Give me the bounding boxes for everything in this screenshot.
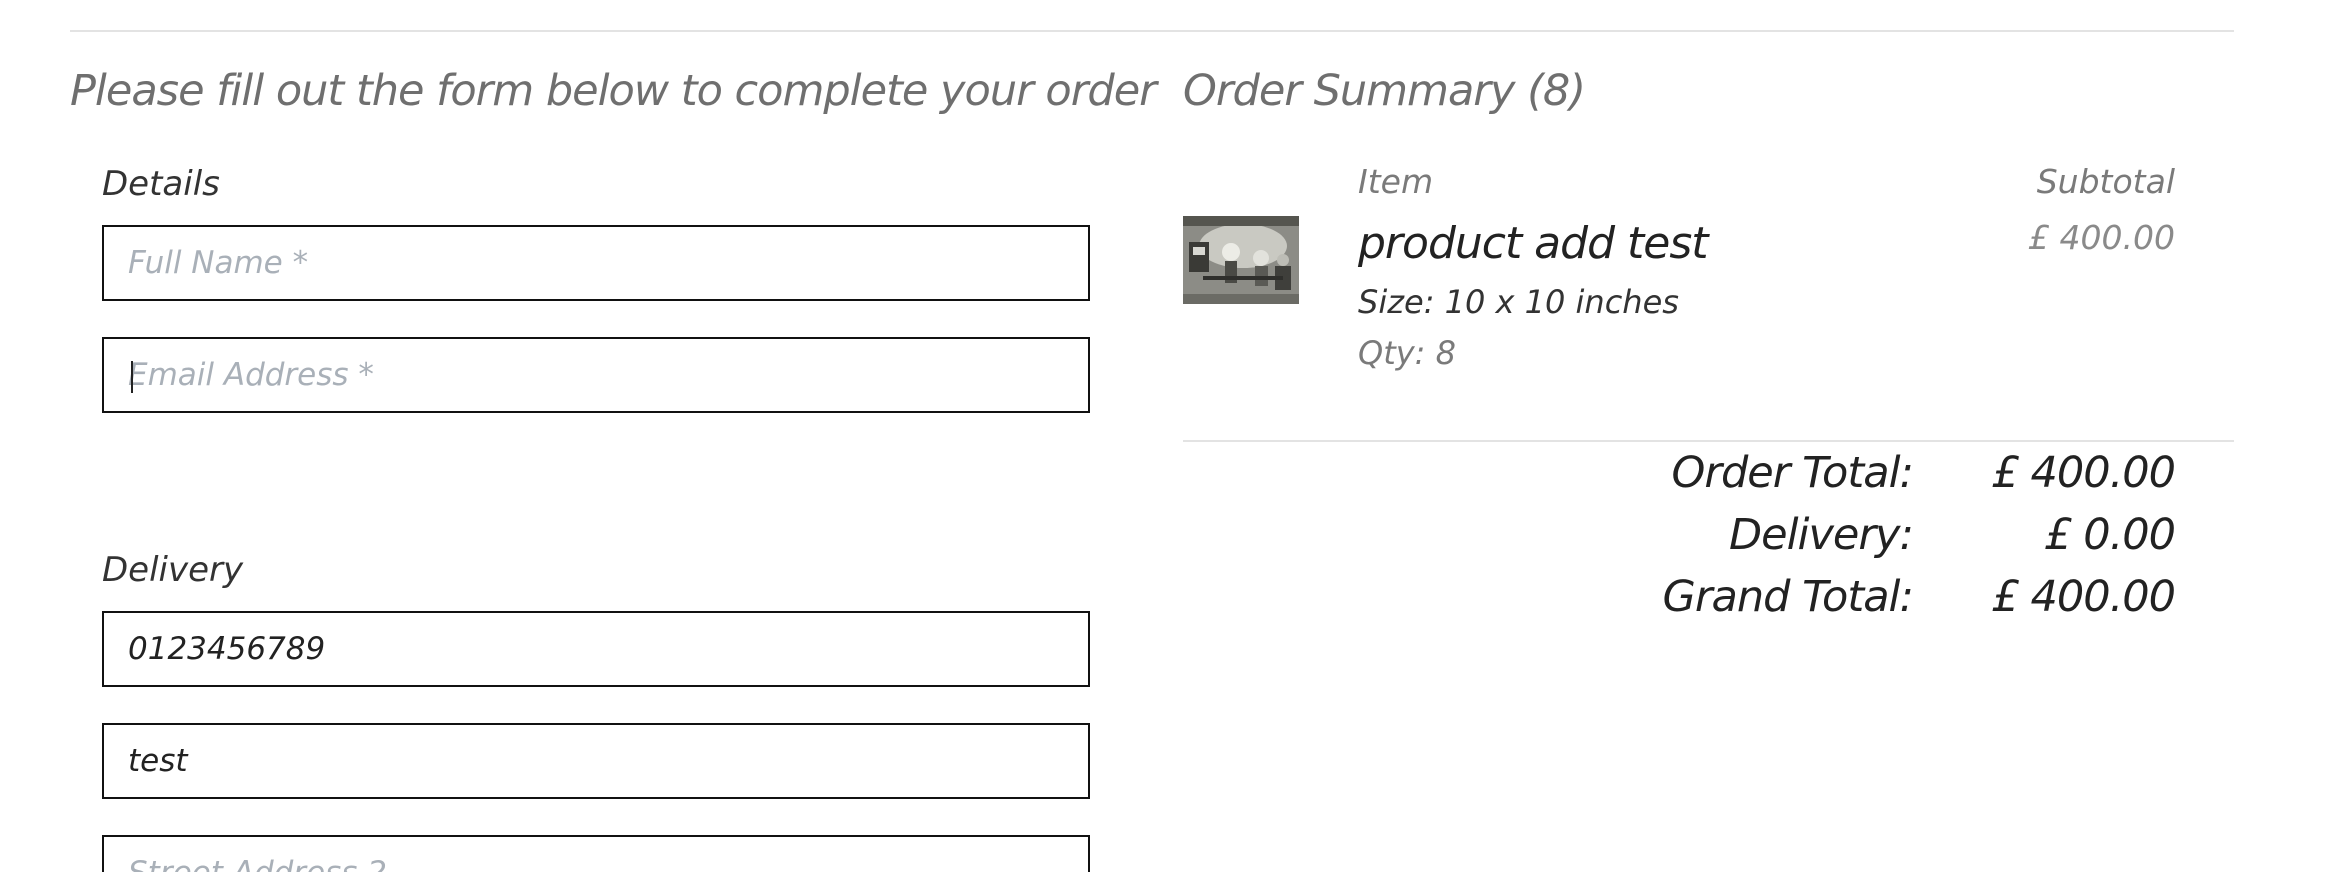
product-size: Size: 10 x 10 inches xyxy=(1358,283,1679,321)
delivery-cost-label: Delivery: xyxy=(1729,510,1914,560)
grand-total-value: £ 400.00 xyxy=(1991,572,2176,622)
item-column-header: Item xyxy=(1358,162,1434,201)
text-cursor xyxy=(131,361,133,393)
street-address-1-field[interactable] xyxy=(102,723,1090,799)
subtotal-column-header: Subtotal xyxy=(2036,162,2175,201)
email-field[interactable] xyxy=(102,337,1090,413)
full-name-field[interactable] xyxy=(102,225,1090,301)
details-label: Details xyxy=(102,164,220,204)
order-total-label: Order Total: xyxy=(1671,448,1914,498)
phone-number-input[interactable] xyxy=(104,613,1088,685)
top-divider xyxy=(70,30,2234,32)
product-name: product add test xyxy=(1358,218,1708,269)
street-address-2-input[interactable] xyxy=(104,837,1088,872)
order-total-value: £ 400.00 xyxy=(1991,448,2176,498)
phone-number-field[interactable] xyxy=(102,611,1090,687)
form-heading: Please fill out the form below to comple… xyxy=(70,66,1157,116)
delivery-label: Delivery xyxy=(102,550,244,590)
street-address-1-input[interactable] xyxy=(104,725,1088,797)
product-thumbnail xyxy=(1183,216,1299,304)
order-summary-heading: Order Summary (8) xyxy=(1183,66,1586,116)
product-quantity: Qty: 8 xyxy=(1358,334,1456,372)
product-drawing-icon xyxy=(1183,216,1299,304)
email-input[interactable] xyxy=(104,339,1088,411)
checkout-page: Please fill out the form below to comple… xyxy=(0,0,2336,872)
product-subtotal: £ 400.00 xyxy=(2028,218,2175,257)
grand-total-label: Grand Total: xyxy=(1662,572,1914,622)
street-address-2-field[interactable] xyxy=(102,835,1090,872)
summary-divider xyxy=(1183,440,2234,442)
delivery-cost-value: £ 0.00 xyxy=(2044,510,2176,560)
full-name-input[interactable] xyxy=(104,227,1088,299)
